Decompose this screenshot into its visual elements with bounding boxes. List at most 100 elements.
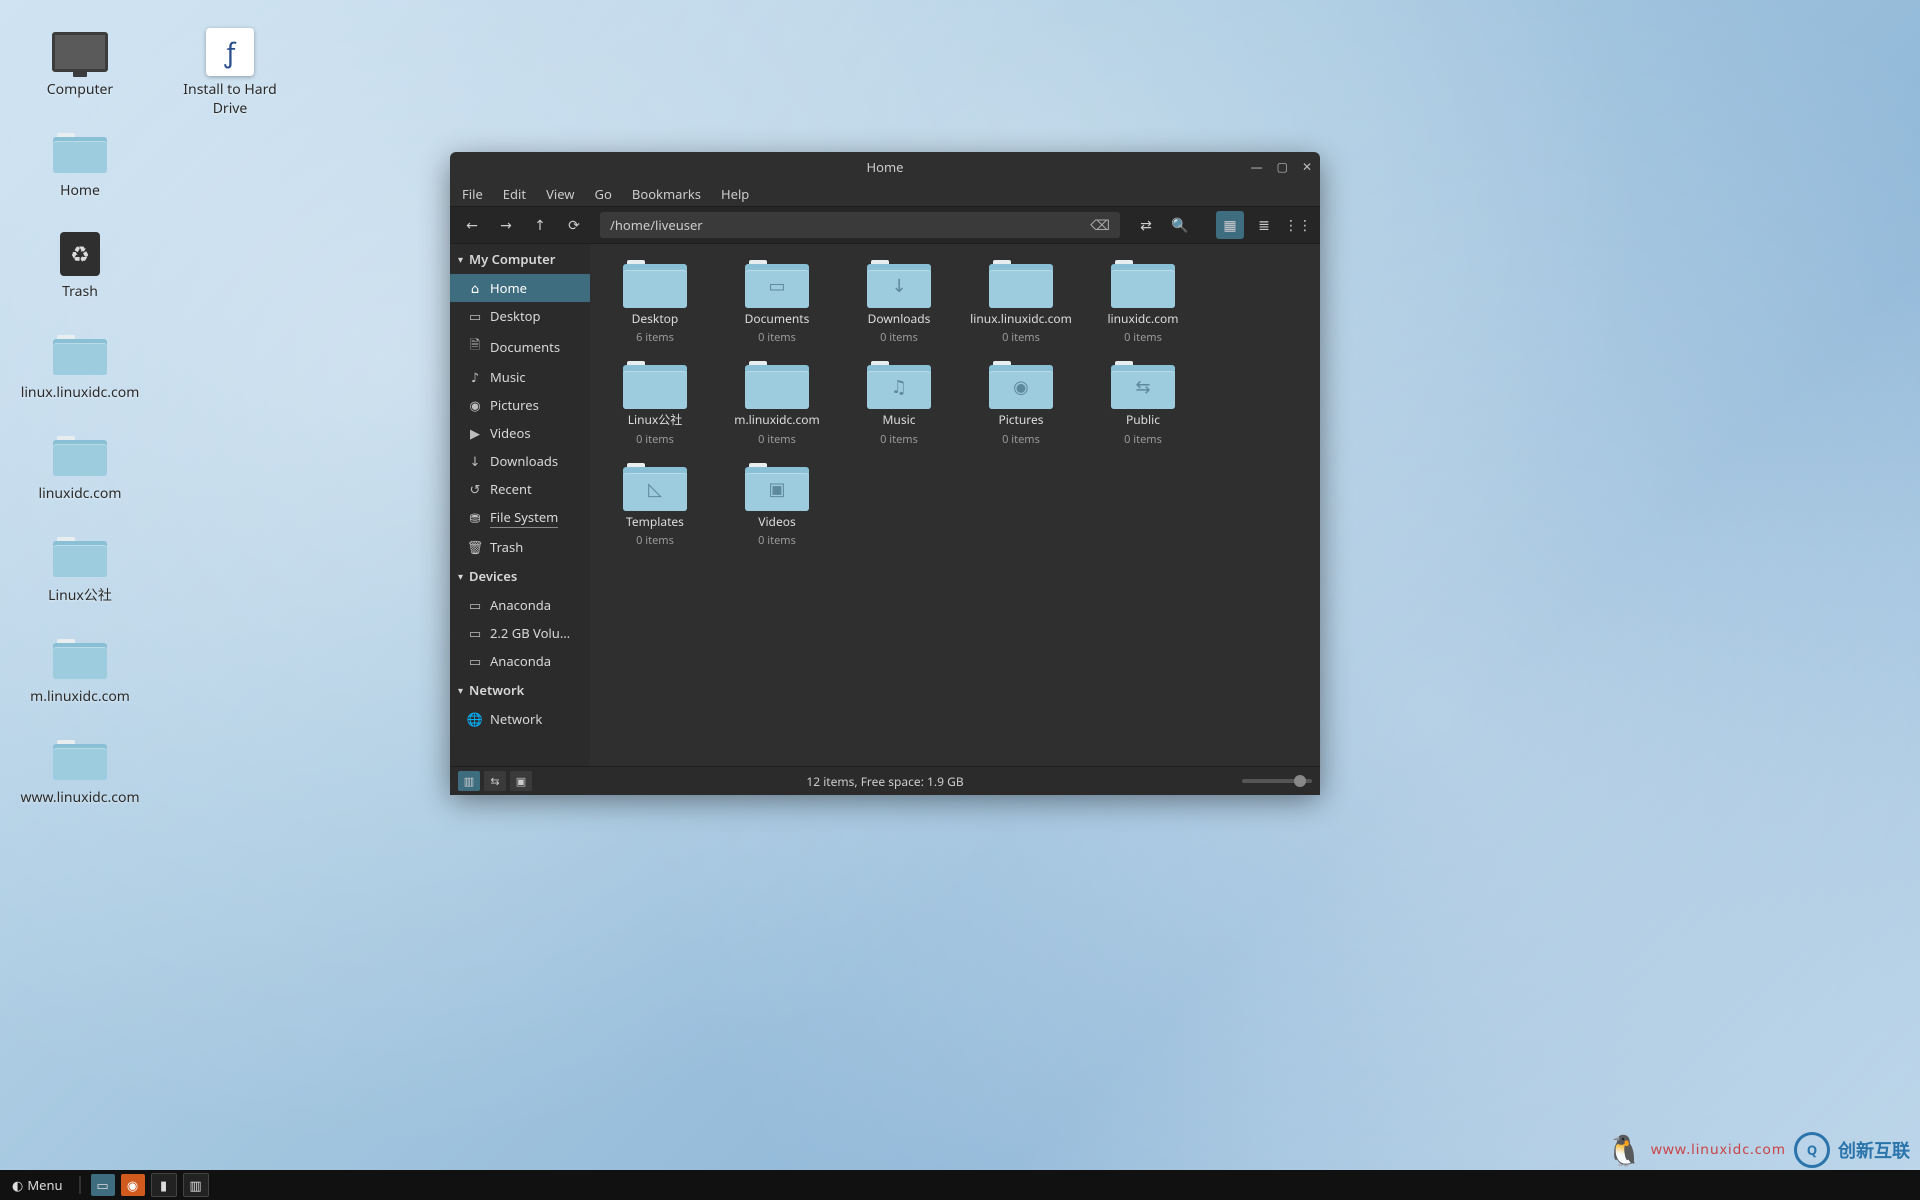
terminal-launcher[interactable]: ▮ (151, 1173, 177, 1197)
cinnamon-logo-icon: ◐ (12, 1176, 23, 1194)
folder-icon (52, 333, 108, 377)
sidebar-item-label: Trash (490, 538, 523, 556)
folder-item-count: 0 items (1124, 432, 1162, 447)
folder-templates[interactable]: ◺ Templates 0 items (596, 457, 714, 554)
folder-downloads[interactable]: ↓ Downloads 0 items (840, 254, 958, 351)
zoom-handle[interactable] (1294, 775, 1306, 787)
desktop-icon-home[interactable]: Home (20, 131, 140, 200)
compact-view-button[interactable]: ⋮⋮ (1284, 211, 1312, 239)
desktop-icon-label: Linux公社 (48, 585, 112, 605)
chevron-down-icon: ▾ (458, 569, 463, 583)
desktop-icon-computer[interactable]: Computer (20, 30, 140, 99)
desktop-icon-linux-[interactable]: Linux公社 (20, 535, 140, 605)
sidebar-item-videos[interactable]: ▶Videos (450, 419, 590, 447)
folder-desktop[interactable]: Desktop 6 items (596, 254, 714, 351)
window-controls: — ▢ ✕ (1251, 158, 1312, 175)
menu-bookmarks[interactable]: Bookmarks (632, 185, 701, 203)
start-menu-button[interactable]: ◐ Menu (6, 1174, 69, 1196)
folder-linux-linuxidc-com[interactable]: linux.linuxidc.com 0 items (962, 254, 1080, 351)
window-titlebar[interactable]: Home — ▢ ✕ (450, 152, 1320, 182)
desktop-icon-install-to-hard-drive[interactable]: ƒ Install to Hard Drive (170, 30, 290, 118)
desktop-icon-label: Trash (62, 282, 98, 301)
icon-view-button[interactable]: ▦ (1216, 211, 1244, 239)
sidebar-item-label: Documents (490, 338, 560, 356)
sidebar-item-label: Music (490, 368, 526, 386)
desktop-icon-linux-linuxidc-com[interactable]: linux.linuxidc.com (20, 333, 140, 402)
zoom-slider[interactable] (1242, 779, 1312, 783)
sidebar-item-home[interactable]: ⌂Home (450, 274, 590, 302)
pic-icon: ◉ (468, 396, 482, 414)
sidebar-item-label: File System (490, 508, 558, 528)
folder-videos[interactable]: ▣ Videos 0 items (718, 457, 836, 554)
firefox-launcher[interactable]: ◉ (121, 1174, 145, 1196)
folder-documents[interactable]: ▭ Documents 0 items (718, 254, 836, 351)
sidebar-item-label: Anaconda (490, 652, 551, 670)
desktop-icon-m-linuxidc-com[interactable]: m.linuxidc.com (20, 637, 140, 706)
path-text: /home/liveuser (610, 216, 703, 234)
maximize-button[interactable]: ▢ (1277, 158, 1288, 175)
folder-pictures[interactable]: ◉ Pictures 0 items (962, 355, 1080, 452)
watermark-url: www.linuxidc.com (1651, 1140, 1786, 1159)
clear-path-icon[interactable]: ⌫ (1090, 216, 1110, 235)
sidebar-item-anaconda[interactable]: ▭Anaconda (450, 591, 590, 619)
sidebar-item-pictures[interactable]: ◉Pictures (450, 391, 590, 419)
desktop-icon-label: Install to Hard Drive (170, 80, 290, 118)
show-desktop-button[interactable]: ▭ (91, 1174, 115, 1196)
desktop-icon-label: Computer (47, 80, 113, 99)
reload-button[interactable]: ⟳ (560, 211, 588, 239)
desktop-icons-column-1: Computer Home ♻ Trash linux.linuxidc.com… (20, 30, 140, 807)
sidebar-item-trash[interactable]: 🗑Trash (450, 533, 590, 561)
menu-help[interactable]: Help (721, 185, 749, 203)
sidebar-section-my computer[interactable]: ▾My Computer (450, 244, 590, 274)
net-icon: 🌐 (468, 710, 482, 728)
show-places-button[interactable]: ▥ (458, 771, 480, 791)
list-view-button[interactable]: ≣ (1250, 211, 1278, 239)
watermark-logo-icon: Q (1794, 1132, 1830, 1168)
sidebar-item-desktop[interactable]: ▭Desktop (450, 302, 590, 330)
sidebar-item-documents[interactable]: 🗎Documents (450, 330, 590, 363)
minimize-button[interactable]: — (1251, 158, 1263, 175)
search-button[interactable]: 🔍 (1166, 211, 1194, 239)
menu-edit[interactable]: Edit (503, 185, 526, 203)
path-input[interactable]: /home/liveuser ⌫ (600, 212, 1120, 238)
folder-public[interactable]: ⇆ Public 0 items (1084, 355, 1202, 452)
menu-view[interactable]: View (546, 185, 574, 203)
up-button[interactable]: ↑ (526, 211, 554, 239)
sidebar-item-file-system[interactable]: ⛃File System (450, 503, 590, 533)
close-sidebar-button[interactable]: ▣ (510, 771, 532, 791)
window-title: Home (867, 158, 904, 176)
back-button[interactable]: ← (458, 211, 486, 239)
folder-grid: Desktop 6 items ▭ Documents 0 items ↓ Do… (596, 254, 1314, 554)
desktop-icon-label: linuxidc.com (39, 484, 122, 503)
files-launcher[interactable]: ▥ (183, 1173, 209, 1197)
desktop-icon-www-linuxidc-com[interactable]: www.linuxidc.com (20, 738, 140, 807)
show-tree-button[interactable]: ⇆ (484, 771, 506, 791)
sidebar-item-downloads[interactable]: ↓Downloads (450, 447, 590, 475)
forward-button[interactable]: → (492, 211, 520, 239)
sidebar-section-network[interactable]: ▾Network (450, 675, 590, 705)
desktop-icon-trash[interactable]: ♻ Trash (20, 232, 140, 301)
sidebar-item-anaconda[interactable]: ▭Anaconda (450, 647, 590, 675)
folder-view[interactable]: Desktop 6 items ▭ Documents 0 items ↓ Do… (590, 244, 1320, 766)
tux-icon: 🐧 (1606, 1129, 1643, 1170)
menu-file[interactable]: File (462, 185, 483, 203)
desktop-icon-linuxidc-com[interactable]: linuxidc.com (20, 434, 140, 503)
status-text: 12 items, Free space: 1.9 GB (806, 773, 963, 790)
desktop-icon-label: m.linuxidc.com (30, 687, 130, 706)
sidebar-item-2-2-gb-volu-[interactable]: ▭2.2 GB Volu… (450, 619, 590, 647)
folder-linux-[interactable]: Linux公社 0 items (596, 355, 714, 452)
close-button[interactable]: ✕ (1302, 158, 1312, 175)
folder-music[interactable]: ♫ Music 0 items (840, 355, 958, 452)
folder-m-linuxidc-com[interactable]: m.linuxidc.com 0 items (718, 355, 836, 452)
sidebar-item-music[interactable]: ♪Music (450, 363, 590, 391)
status-bar: ▥ ⇆ ▣ 12 items, Free space: 1.9 GB (450, 766, 1320, 795)
file-manager-window: Home — ▢ ✕ File Edit View Go Bookmarks Help ←… (450, 152, 1320, 792)
sidebar-item-label: Anaconda (490, 596, 551, 614)
sidebar-item-network[interactable]: 🌐Network (450, 705, 590, 733)
sidebar-item-recent[interactable]: ↺Recent (450, 475, 590, 503)
sidebar-section-devices[interactable]: ▾Devices (450, 561, 590, 591)
recent-icon: ↺ (468, 480, 482, 498)
folder-linuxidc-com[interactable]: linuxidc.com 0 items (1084, 254, 1202, 351)
toggle-location-button[interactable]: ⇄ (1132, 211, 1160, 239)
menu-go[interactable]: Go (595, 185, 612, 203)
